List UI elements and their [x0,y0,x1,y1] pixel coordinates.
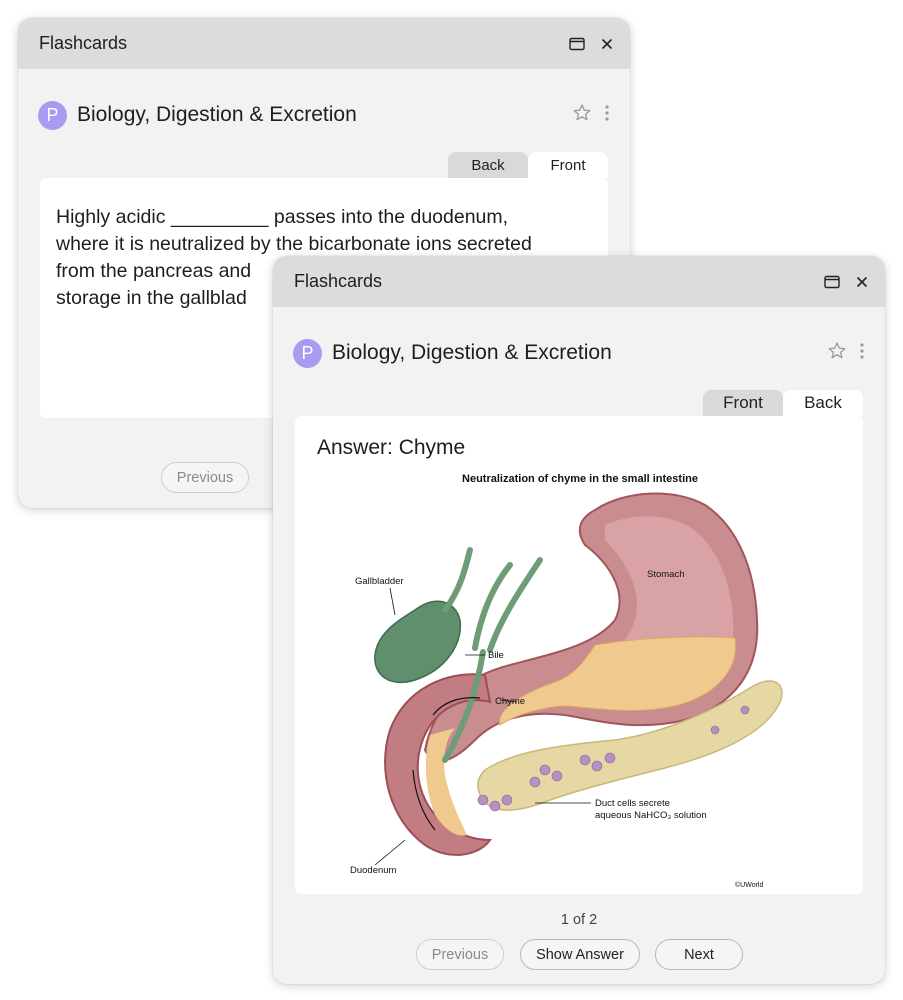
label-gallbladder: Gallbladder [355,576,404,587]
show-answer-button[interactable]: Show Answer [520,939,640,970]
label-credit: ©UWorld [735,881,763,889]
gallbladder-shape [374,600,462,684]
card-line: where it is neutralized by the bicarbona… [56,233,532,255]
label-chyme: Chyme [495,696,525,707]
card-line: Highly acidic _________ passes into the … [56,206,509,228]
label-duct-line2: aqueous NaHCO₃ solution [595,810,707,821]
avatar: P [38,100,67,130]
next-button[interactable]: Next [655,939,743,970]
previous-button[interactable]: Previous [161,462,249,493]
close-icon[interactable] [854,274,870,290]
window-title: Flashcards [39,33,128,53]
flashcards-window-front: Flashcards P Biology, Digestion & Excret… [273,256,885,984]
diagram-title: Neutralization of chyme in the small int… [462,473,698,485]
tab-front[interactable]: Front [528,152,608,178]
card-side-tabs: Back Front [448,152,608,178]
label-stomach: Stomach [647,569,685,580]
tab-back[interactable]: Back [783,390,863,416]
kebab-menu-icon[interactable] [859,342,865,365]
tab-front[interactable]: Front [703,390,783,416]
deck-header: P Biology, Digestion & Excretion [38,100,610,130]
answer-text: Answer: Chyme [317,436,466,459]
window-title: Flashcards [294,271,383,291]
window-titlebar: Flashcards [18,18,630,69]
pagination-counter: 1 of 2 [560,912,598,928]
previous-button[interactable]: Previous [416,939,504,970]
window-icon[interactable] [569,36,585,52]
avatar: P [293,338,322,368]
close-icon[interactable] [599,36,615,52]
deck-header: P Biology, Digestion & Excretion [293,338,865,368]
label-bile: Bile [488,650,504,661]
star-icon[interactable] [572,103,592,128]
kebab-menu-icon[interactable] [604,104,610,127]
window-icon[interactable] [824,274,840,290]
card-side-tabs: Front Back [703,390,863,416]
label-duodenum: Duodenum [350,865,397,876]
star-icon[interactable] [827,341,847,366]
tab-back[interactable]: Back [448,152,528,178]
deck-title: Biology, Digestion & Excretion [332,341,612,364]
window-titlebar: Flashcards [273,256,885,307]
deck-title: Biology, Digestion & Excretion [77,103,357,126]
digestion-diagram: Neutralization of chyme in the small int… [350,473,783,889]
label-duct-line1: Duct cells secrete [595,798,670,809]
